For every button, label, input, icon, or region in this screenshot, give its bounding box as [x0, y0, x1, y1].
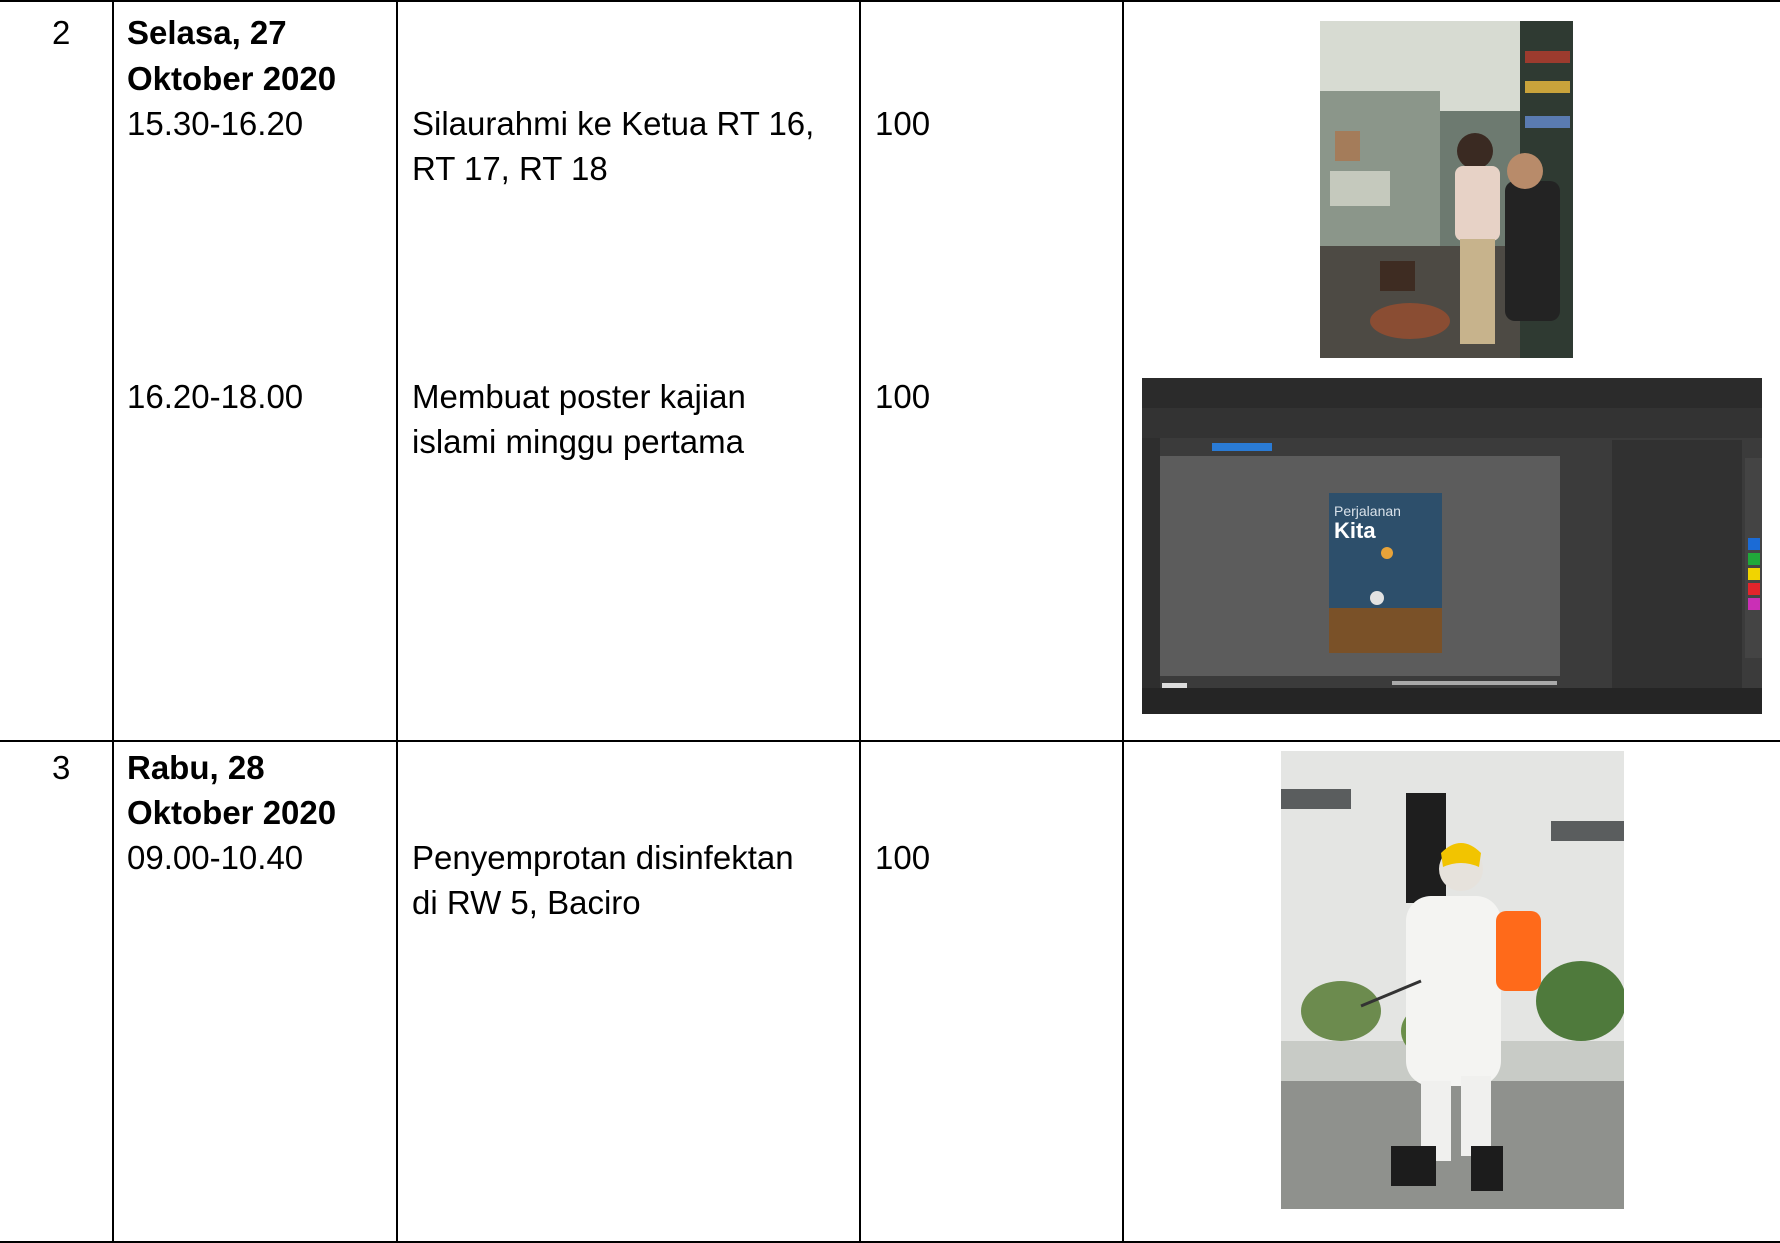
poster-title: Perjalanan [1334, 503, 1401, 519]
entry-activity: RT 17, RT 18 [412, 150, 608, 187]
entry-percent: 100 [875, 839, 931, 876]
photo-disinfectant-spraying [1281, 751, 1624, 1209]
entry-activity: Penyemprotan disinfektan [412, 839, 794, 876]
row-divider [0, 740, 1780, 742]
entry-activity: Membuat poster kajian [412, 378, 746, 415]
entry-activity: Silaurahmi ke Ketua RT 16, [412, 105, 815, 142]
poster-subtitle: Kita [1334, 518, 1376, 543]
row-number: 3 [52, 749, 71, 786]
table-border-top [0, 0, 1780, 2]
column-divider [112, 0, 114, 1243]
row-day: Selasa, 27 [127, 14, 287, 51]
row-date: Oktober 2020 [127, 60, 337, 97]
row-number: 2 [52, 14, 71, 51]
entry-time: 15.30-16.20 [127, 105, 304, 142]
row-date: Oktober 2020 [127, 794, 337, 831]
column-divider [859, 0, 861, 1243]
entry-percent: 100 [875, 378, 931, 415]
column-divider [396, 0, 398, 1243]
column-divider [1122, 0, 1124, 1243]
entry-activity: islami minggu pertama [412, 423, 744, 460]
entry-time: 09.00-10.40 [127, 839, 304, 876]
screenshot-design-software: Perjalanan Kita [1142, 378, 1762, 714]
entry-percent: 100 [875, 105, 931, 142]
entry-activity: di RW 5, Baciro [412, 884, 641, 921]
entry-time: 16.20-18.00 [127, 378, 304, 415]
row-day: Rabu, 28 [127, 749, 265, 786]
photo-shop-visit [1320, 21, 1573, 358]
